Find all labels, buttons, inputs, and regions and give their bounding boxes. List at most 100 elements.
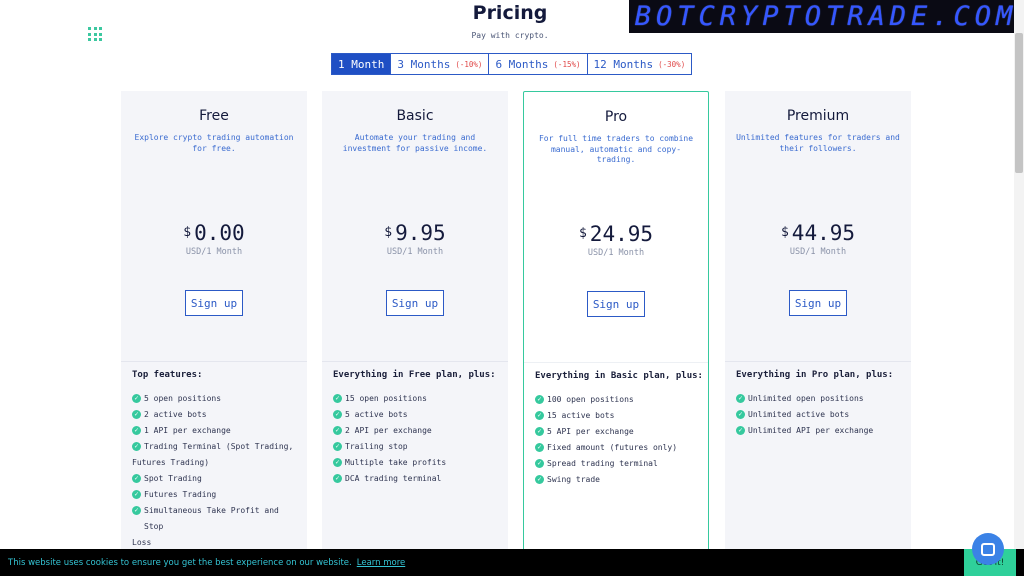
plan-price: $24.95 (524, 222, 708, 246)
feature-item: ✓ Trailing stop (333, 442, 408, 451)
plan-period: USD/1 Month (789, 247, 847, 257)
price-amount: 9.95 (395, 221, 446, 245)
feature-item: ✓ Trading Terminal (Spot Trading, (132, 442, 294, 451)
tab-6-months[interactable]: 6 Months (-15%) (489, 54, 588, 74)
sign-up-button-free[interactable]: Sign up (185, 290, 243, 316)
check-circle-icon: ✓ (333, 394, 342, 403)
features-title: Everything in Pro plan, plus: (736, 370, 894, 380)
price-amount: 0.00 (194, 221, 245, 245)
check-circle-icon: ✓ (132, 426, 141, 435)
price-amount: 44.95 (791, 221, 856, 245)
check-circle-icon: ✓ (535, 395, 544, 404)
feature-item: ✓ 15 open positions (333, 394, 427, 403)
plan-card-premium: Premium Unlimited features for traders a… (725, 91, 911, 561)
feature-item: ✓ 15 active bots (535, 411, 615, 420)
chat-bubble-icon (981, 542, 995, 556)
plan-description: For full time traders to combine manual,… (538, 134, 694, 164)
tab-label: 3 Months (397, 57, 451, 71)
check-circle-icon: ✓ (535, 427, 544, 436)
plan-price: $0.00 (121, 221, 307, 245)
check-circle-icon: ✓ (333, 426, 342, 435)
feature-item: ✓ DCA trading terminal (333, 474, 442, 483)
scrollbar-thumb[interactable] (1015, 33, 1023, 173)
tab-12-months[interactable]: 12 Months (-30%) (587, 54, 692, 74)
feature-item: ✓ Spread trading terminal (535, 459, 658, 468)
features-title: Top features: (132, 370, 203, 380)
check-circle-icon: ✓ (736, 426, 745, 435)
tab-discount: (-15%) (553, 59, 581, 69)
sign-up-button-pro[interactable]: Sign up (587, 291, 645, 317)
tab-label: 12 Months (593, 57, 654, 71)
billing-period-tabs: 1 Month 3 Months (-10%) 6 Months (-15%) … (331, 53, 693, 75)
page-subtitle: Pay with crypto. (471, 31, 549, 40)
price-currency: $ (183, 225, 192, 240)
card-divider (524, 362, 708, 363)
check-circle-icon: ✓ (132, 490, 141, 499)
feature-item: ✓ Futures Trading (132, 490, 217, 499)
page-title: Pricing (472, 2, 548, 24)
tab-discount: (-10%) (455, 59, 483, 69)
card-divider (725, 361, 911, 362)
check-circle-icon: ✓ (333, 410, 342, 419)
check-circle-icon: ✓ (333, 442, 342, 451)
plan-name: Pro (604, 109, 628, 125)
feature-item: ✓ Unlimited active bots (736, 410, 850, 419)
card-divider (322, 361, 508, 362)
feature-list: ✓ 15 open positions ✓ 5 active bots ✓ 2 API… (333, 391, 500, 487)
learn-more-link[interactable]: Learn more (357, 558, 405, 568)
feature-item: ✓ Swing trade (535, 475, 600, 484)
check-circle-icon: ✓ (535, 475, 544, 484)
tab-1-month[interactable]: 1 Month (332, 54, 392, 74)
sign-up-button-basic[interactable]: Sign up (386, 290, 444, 316)
feature-item: ✓ 5 open positions (132, 394, 222, 403)
feature-item: ✓ 2 API per exchange (333, 426, 432, 435)
feature-list: ✓ 5 open positions ✓ 2 active bots ✓ 1 API … (132, 391, 299, 551)
feature-item: ✓ 2 active bots (132, 410, 207, 419)
feature-item: ✓ Unlimited API per exchange (736, 426, 874, 435)
check-circle-icon: ✓ (132, 506, 141, 515)
card-divider (121, 361, 307, 362)
check-circle-icon: ✓ (333, 458, 342, 467)
plan-description: Explore crypto trading automation for fr… (134, 133, 294, 153)
feature-list: ✓ Unlimited open positions ✓ Unlimited act… (736, 391, 903, 439)
plan-card-basic: Basic Automate your trading and investme… (322, 91, 508, 561)
feature-item: ✓ Multiple take profits (333, 458, 447, 467)
check-circle-icon: ✓ (132, 474, 141, 483)
plan-price: $9.95 (322, 221, 508, 245)
plan-description: Unlimited features for traders and their… (736, 133, 900, 153)
plan-period: USD/1 Month (587, 248, 645, 258)
price-currency: $ (780, 225, 789, 240)
page-scrollbar[interactable] (1014, 0, 1024, 576)
chat-launcher-button[interactable] (972, 533, 1004, 565)
feature-item: ✓ Unlimited open positions (736, 394, 864, 403)
features-title: Everything in Basic plan, plus: (535, 371, 703, 381)
check-circle-icon: ✓ (736, 410, 745, 419)
tab-label: 6 Months (495, 57, 549, 71)
feature-list: ✓ 100 open positions ✓ 15 active bots ✓ 5 A… (535, 392, 700, 488)
feature-item: ✓ 5 active bots (333, 410, 408, 419)
check-circle-icon: ✓ (132, 442, 141, 451)
check-circle-icon: ✓ (736, 394, 745, 403)
feature-item: ✓ 1 API per exchange (132, 426, 231, 435)
plan-period: USD/1 Month (185, 247, 243, 257)
plan-card-free: Free Explore crypto trading automation f… (121, 91, 307, 561)
plan-period: USD/1 Month (386, 247, 444, 257)
cookie-text: This website uses cookies to ensure you … (8, 557, 352, 568)
price-amount: 24.95 (589, 222, 654, 246)
sign-up-button-premium[interactable]: Sign up (789, 290, 847, 316)
plan-name: Free (199, 108, 229, 124)
tab-3-months[interactable]: 3 Months (-10%) (391, 54, 490, 74)
plan-name: Premium (786, 108, 850, 124)
check-circle-icon: ✓ (535, 411, 544, 420)
check-circle-icon: ✓ (132, 394, 141, 403)
plan-description: Automate your trading and investment for… (342, 133, 488, 153)
cookie-banner: This website uses cookies to ensure you … (0, 549, 1024, 576)
plan-name: Basic (396, 108, 434, 124)
feature-item: ✓ Simultaneous Take Profit and Stop (132, 506, 279, 531)
plan-price: $44.95 (725, 221, 911, 245)
tab-label: 1 Month (338, 57, 385, 71)
check-circle-icon: ✓ (333, 474, 342, 483)
feature-item: ✓ 5 API per exchange (535, 427, 634, 436)
check-circle-icon: ✓ (535, 443, 544, 452)
feature-item: ✓ Spot Trading (132, 474, 202, 483)
